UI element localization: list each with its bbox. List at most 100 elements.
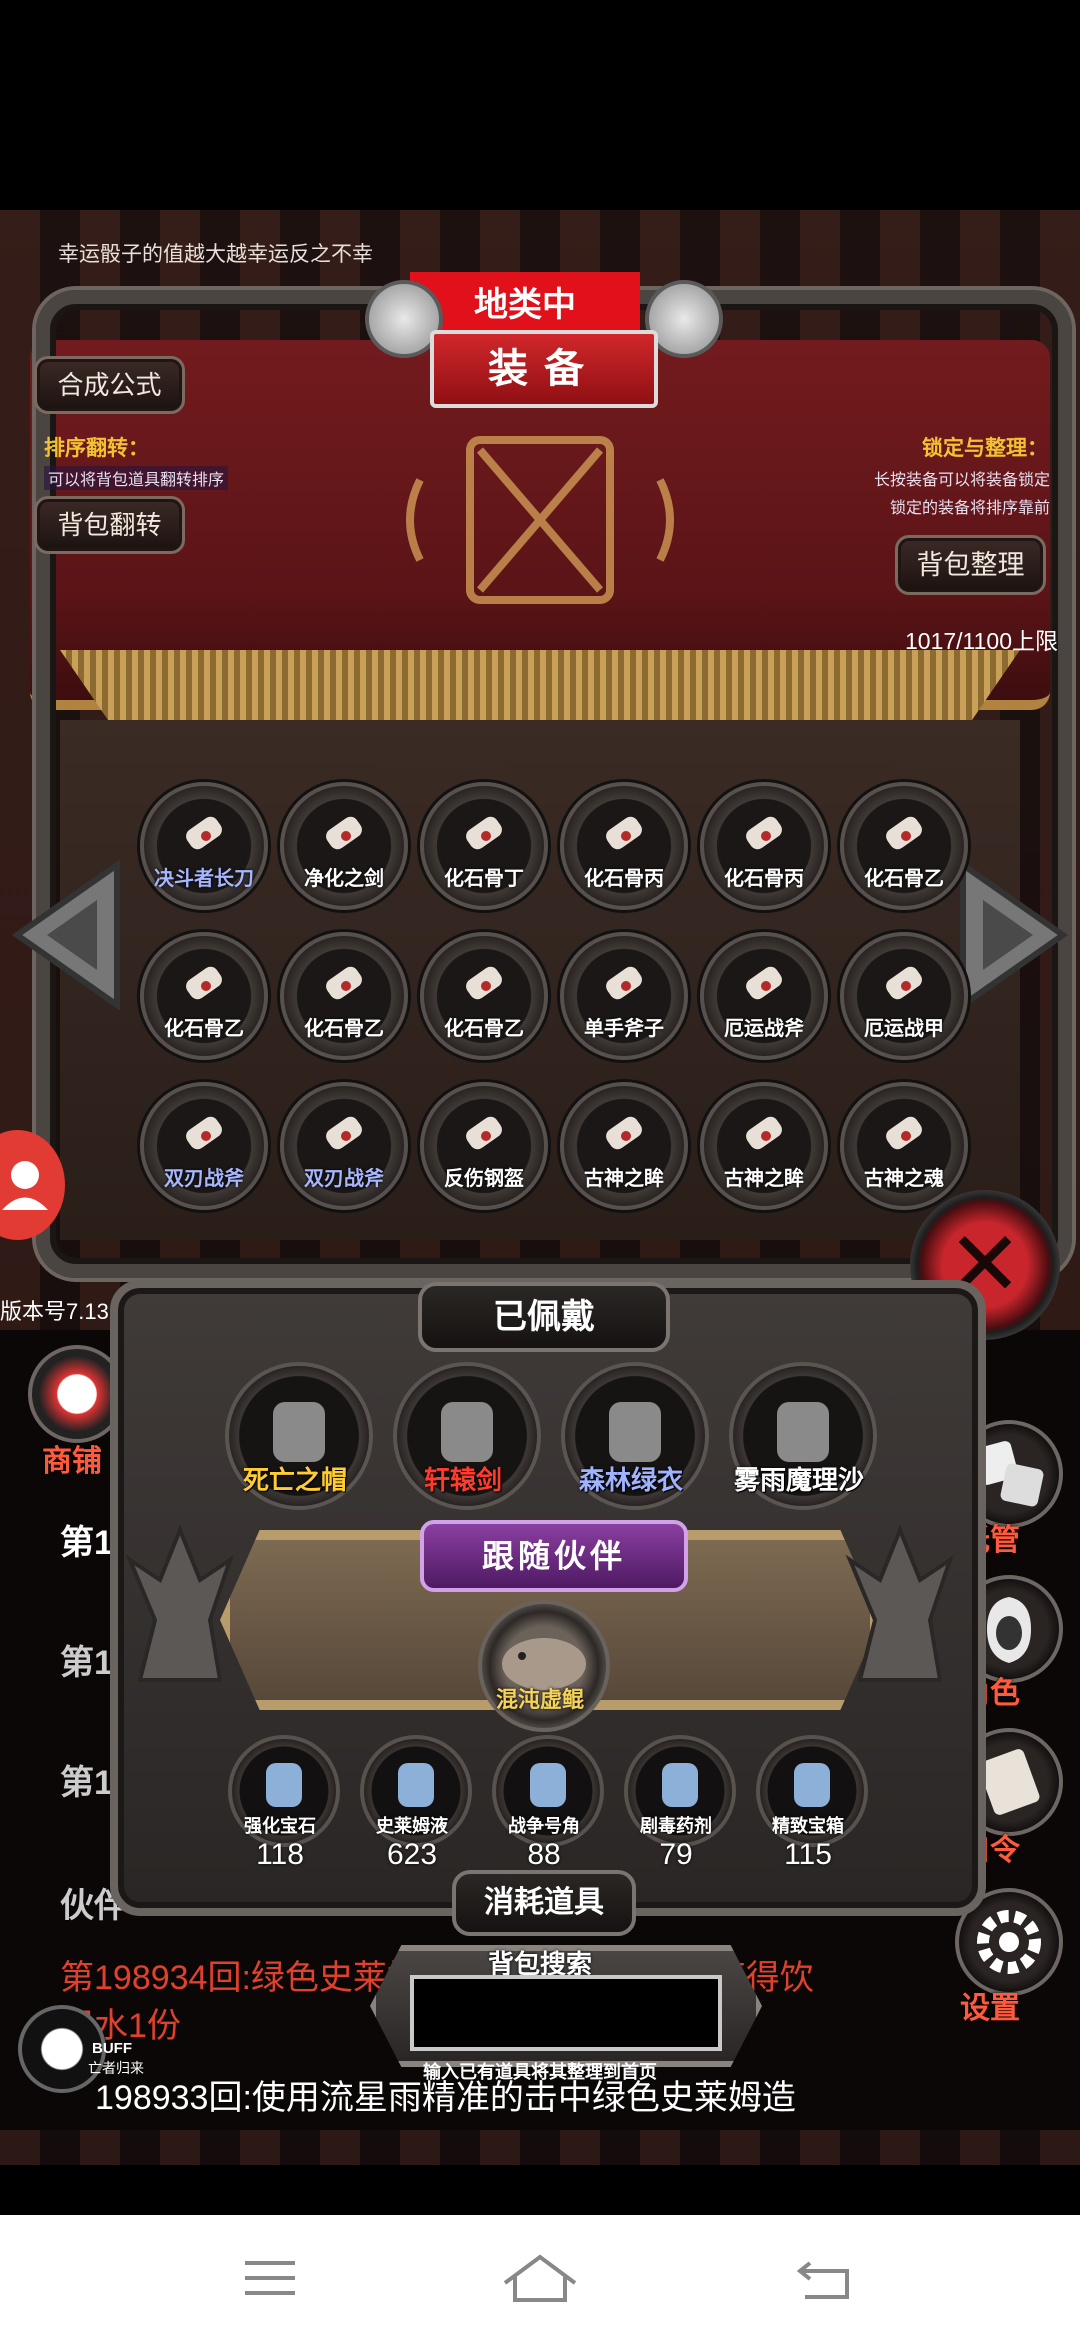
inventory-slot[interactable]: 单手斧子 bbox=[560, 932, 688, 1060]
inventory-slot[interactable]: 双刃战斧 bbox=[280, 1082, 408, 1210]
inventory-slot[interactable]: 双刃战斧 bbox=[140, 1082, 268, 1210]
inventory-item-label: 化石骨乙 bbox=[164, 1018, 244, 1040]
inventory-slot[interactable]: 化石骨丁 bbox=[420, 782, 548, 910]
settings-label: 设置 bbox=[960, 1992, 1020, 2025]
inventory-item-label: 厄运战斧 bbox=[724, 1018, 804, 1040]
inventory-slot[interactable]: 反伤钢盔 bbox=[420, 1082, 548, 1210]
companion-name: 混沌虚鲲 bbox=[495, 1687, 584, 1712]
inventory-slot[interactable]: 厄运战甲 bbox=[840, 932, 968, 1060]
synthesis-formula-button[interactable]: 合成公式 bbox=[34, 356, 185, 414]
consumable-label: 史莱姆液 bbox=[376, 1816, 448, 1836]
bone-icon bbox=[596, 806, 652, 866]
consumable-count: 623 bbox=[386, 1838, 438, 1871]
menu-icon[interactable] bbox=[200, 2215, 340, 2340]
eye-icon bbox=[596, 1106, 652, 1166]
lock-sort-title: 锁定与整理： bbox=[922, 437, 1048, 460]
buff-label: BUFF bbox=[92, 2040, 132, 2057]
inventory-slot[interactable]: 化石骨乙 bbox=[840, 782, 968, 910]
crossed-swords-emblem bbox=[406, 436, 674, 604]
inventory-item-label: 化石骨乙 bbox=[304, 1018, 384, 1040]
inventory-item-label: 反伤钢盔 bbox=[444, 1168, 524, 1190]
inventory-slot[interactable]: 净化之剑 bbox=[280, 782, 408, 910]
doom-axe-icon bbox=[736, 956, 792, 1016]
dragon-statue-icon bbox=[845, 1524, 954, 1682]
search-hint: 输入已有道具将其整理到首页 bbox=[423, 2062, 657, 2082]
inventory-item-label: 化石骨丙 bbox=[724, 868, 804, 890]
home-icon[interactable] bbox=[470, 2215, 610, 2340]
navigation-bar bbox=[0, 2215, 1080, 2340]
bone-icon bbox=[456, 806, 512, 866]
inventory-slot[interactable]: 化石骨丙 bbox=[560, 782, 688, 910]
inventory-item-label: 古神之眸 bbox=[584, 1168, 664, 1190]
inventory-item-label: 单手斧子 bbox=[584, 1018, 664, 1040]
inventory-slot[interactable]: 化石骨丙 bbox=[700, 782, 828, 910]
equipped-item-label: 死亡之帽 bbox=[242, 1465, 347, 1495]
consumable-label: 强化宝石 bbox=[244, 1816, 316, 1836]
inventory-item-label: 净化之剑 bbox=[304, 868, 384, 890]
eye-icon bbox=[736, 1106, 792, 1166]
inventory-slot[interactable]: 古神之眸 bbox=[700, 1082, 828, 1210]
double-axe-icon bbox=[176, 1106, 232, 1166]
buff-sub: 亡者归来 bbox=[88, 2060, 144, 2076]
bone-icon bbox=[176, 956, 232, 1016]
inventory-slot[interactable]: 决斗者长刀 bbox=[140, 782, 268, 910]
dragon-statue-icon bbox=[125, 1524, 234, 1682]
consumable-count: 115 bbox=[784, 1838, 832, 1871]
consumable-label: 精致宝箱 bbox=[772, 1816, 844, 1836]
bag-capacity: 1017/1100上限 bbox=[904, 628, 1058, 654]
inventory-slot[interactable]: 化石骨乙 bbox=[420, 932, 548, 1060]
hint-text: 幸运骰子的值越大越幸运反之不幸 bbox=[58, 243, 373, 266]
inventory-slot[interactable]: 古神之眸 bbox=[560, 1082, 688, 1210]
banner-fringe bbox=[60, 650, 1020, 720]
sort-flip-title: 排序翻转： bbox=[44, 437, 149, 460]
avatar[interactable] bbox=[0, 1130, 65, 1240]
equipped-title: 已佩戴 bbox=[418, 1282, 670, 1352]
shop-label: 商铺 bbox=[42, 1445, 102, 1478]
version-label: 版本号7.13 bbox=[0, 1299, 109, 1324]
inventory-item-label: 化石骨丁 bbox=[444, 868, 524, 890]
page-left-arrow-icon[interactable] bbox=[12, 860, 122, 1010]
bone-icon bbox=[456, 956, 512, 1016]
inventory-slot[interactable]: 厄运战斧 bbox=[700, 932, 828, 1060]
bone-icon bbox=[876, 806, 932, 866]
inventory-item-label: 古神之魂 bbox=[864, 1168, 944, 1190]
companion-title: 跟随伙伴 bbox=[420, 1520, 688, 1592]
helmet-icon bbox=[456, 1106, 512, 1166]
bag-flip-button[interactable]: 背包翻转 bbox=[34, 496, 185, 554]
screen-title: 装备 bbox=[430, 330, 658, 408]
equipped-item-label: 轩辕剑 bbox=[423, 1465, 502, 1495]
armor-icon bbox=[876, 956, 932, 1016]
inventory-item-label: 化石骨乙 bbox=[864, 868, 944, 890]
lock-sort-desc: 锁定的装备将排序靠前 bbox=[889, 500, 1050, 517]
equipped-item-label: 森林绿衣 bbox=[578, 1465, 683, 1495]
inventory-slot[interactable]: 古神之魂 bbox=[840, 1082, 968, 1210]
inventory-item-label: 化石骨丙 bbox=[584, 868, 664, 890]
back-icon[interactable] bbox=[755, 2215, 895, 2340]
consumables-title: 消耗道具 bbox=[452, 1870, 636, 1936]
sort-flip-desc: 可以将背包道具翻转排序 bbox=[44, 466, 229, 490]
consumable-label: 剧毒药剂 bbox=[640, 1816, 712, 1836]
consumable-count: 88 bbox=[527, 1838, 561, 1871]
inventory-slot[interactable]: 化石骨乙 bbox=[140, 932, 268, 1060]
bag-search-input[interactable] bbox=[410, 1975, 722, 2051]
inventory-item-label: 决斗者长刀 bbox=[154, 868, 254, 890]
blade-icon bbox=[176, 806, 232, 866]
inventory-item-label: 厄运战甲 bbox=[864, 1018, 944, 1040]
soul-icon bbox=[876, 1106, 932, 1166]
consumable-count: 79 bbox=[659, 1838, 693, 1871]
double-axe-icon bbox=[316, 1106, 372, 1166]
page-right-arrow-icon[interactable] bbox=[958, 860, 1068, 1010]
log-line: 第1 bbox=[60, 1524, 113, 1562]
bone-icon bbox=[316, 956, 372, 1016]
bag-organize-button[interactable]: 背包整理 bbox=[895, 535, 1046, 595]
inventory-item-label: 古神之眸 bbox=[724, 1168, 804, 1190]
axe-icon bbox=[596, 956, 652, 1016]
sword-icon bbox=[316, 806, 372, 866]
inventory-slot[interactable]: 化石骨乙 bbox=[280, 932, 408, 1060]
loading-ribbon: 地类中 bbox=[410, 272, 640, 332]
inventory-item-label: 化石骨乙 bbox=[444, 1018, 524, 1040]
status-bar-area bbox=[0, 0, 1080, 210]
consumable-count: 118 bbox=[256, 1838, 304, 1871]
lock-sort-desc: 长按装备可以将装备锁定 bbox=[873, 472, 1050, 489]
bone-icon bbox=[736, 806, 792, 866]
